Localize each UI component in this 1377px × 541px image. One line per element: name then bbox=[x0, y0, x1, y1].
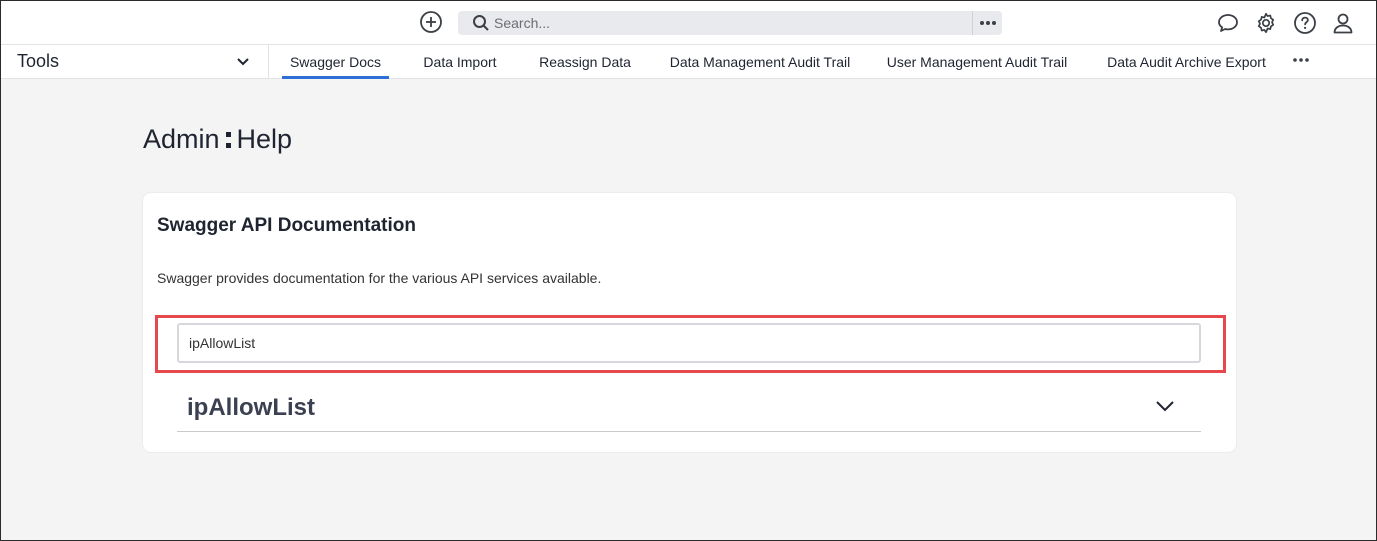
api-section-name: ipAllowList bbox=[187, 394, 315, 421]
page-title-section: Admin bbox=[143, 124, 220, 154]
tab-data-audit-archive-export[interactable]: Data Audit Archive Export bbox=[1100, 45, 1273, 79]
chevron-down-icon[interactable] bbox=[1155, 398, 1175, 414]
add-circle-icon[interactable] bbox=[419, 10, 443, 34]
tab-user-management-audit-trail[interactable]: User Management Audit Trail bbox=[882, 45, 1072, 79]
more-tabs-icon[interactable] bbox=[1289, 53, 1313, 67]
gear-icon[interactable] bbox=[1254, 11, 1278, 35]
page-title: Admin Help bbox=[143, 124, 292, 155]
api-filter-input[interactable] bbox=[177, 323, 1201, 363]
tab-data-management-audit-trail[interactable]: Data Management Audit Trail bbox=[665, 45, 855, 79]
top-bar bbox=[0, 0, 1377, 45]
tab-data-import[interactable]: Data Import bbox=[415, 45, 505, 79]
tool-nav-bar: Tools Swagger Docs Data Import Reassign … bbox=[0, 45, 1377, 79]
help-circle-icon[interactable] bbox=[1293, 11, 1317, 35]
tab-swagger-docs[interactable]: Swagger Docs bbox=[282, 45, 389, 79]
card-title: Swagger API Documentation bbox=[157, 215, 416, 236]
title-separator bbox=[225, 128, 231, 152]
page-title-page: Help bbox=[236, 124, 293, 154]
user-icon[interactable] bbox=[1331, 11, 1355, 35]
swagger-card: Swagger API Documentation Swagger provid… bbox=[143, 193, 1236, 452]
chat-bubble-icon[interactable] bbox=[1216, 11, 1240, 35]
tab-reassign-data[interactable]: Reassign Data bbox=[534, 45, 636, 79]
search-input[interactable] bbox=[494, 15, 964, 31]
global-search[interactable] bbox=[458, 11, 1002, 35]
search-options-more-icon[interactable] bbox=[972, 11, 1002, 35]
api-section-ipallowlist[interactable]: ipAllowList bbox=[177, 392, 1201, 432]
tools-dropdown[interactable]: Tools bbox=[0, 45, 269, 79]
search-icon bbox=[472, 14, 490, 32]
card-description: Swagger provides documentation for the v… bbox=[157, 270, 602, 286]
tools-label: Tools bbox=[17, 51, 60, 71]
chevron-down-icon bbox=[235, 54, 251, 70]
